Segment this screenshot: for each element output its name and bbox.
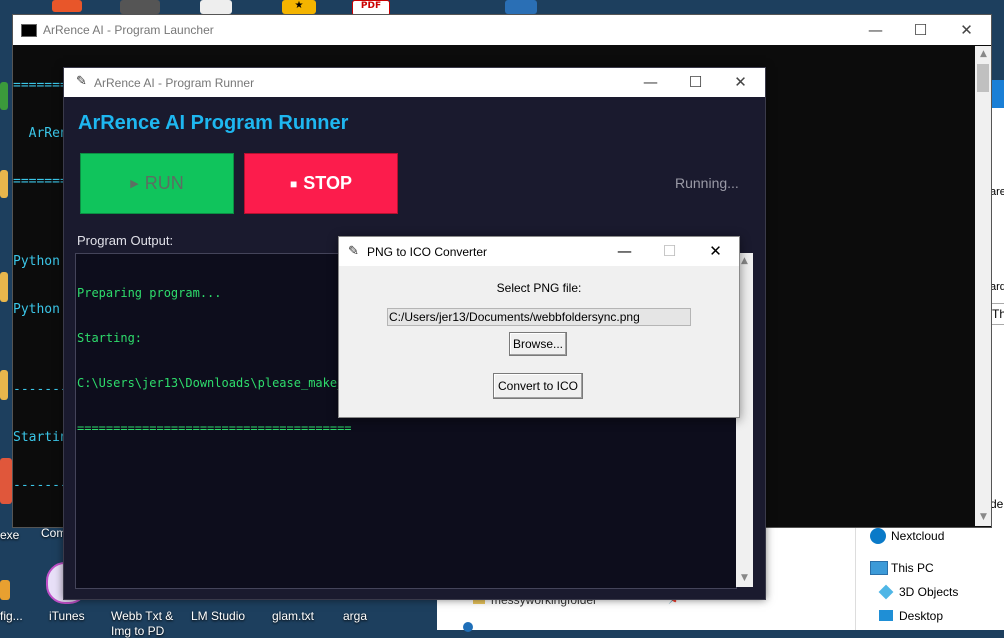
folder-icon[interactable] [0, 170, 8, 198]
nav-item-desktop[interactable]: Desktop [899, 609, 943, 623]
dialog-title: PNG to ICO Converter [367, 245, 488, 259]
app-heading: ArRence AI Program Runner [78, 112, 349, 134]
select-png-label: Select PNG file: [496, 281, 582, 295]
nav-item-nextcloud[interactable]: Nextcloud [891, 529, 944, 543]
folder-icon[interactable] [0, 272, 8, 302]
desktop-icon-label: LM Studio [191, 609, 246, 623]
browse-button[interactable]: Browse... [509, 332, 567, 356]
stop-button-label: STOP [303, 173, 352, 193]
file-shortcut-icon[interactable] [200, 0, 232, 14]
output-text: Preparing program... Starting: C:\Users\… [77, 256, 352, 466]
minimize-button[interactable]: — [853, 15, 898, 45]
desktop-icon-label: Img to PD [111, 624, 165, 638]
explorer-partial-text: are [990, 186, 1004, 198]
maximize-button: ☐ [662, 242, 677, 260]
scroll-down-icon[interactable]: ▼ [736, 570, 753, 587]
close-button[interactable]: ✕ [693, 237, 738, 266]
app-shortcut-icon[interactable] [120, 0, 160, 14]
app-shortcut-icon[interactable] [0, 82, 8, 110]
desktop-icon-label: Webb Txt & [111, 609, 174, 623]
network-icon [463, 622, 473, 632]
explorer-partial-text: Th [992, 307, 1004, 321]
explorer-partial-text: de [990, 497, 1004, 511]
close-button[interactable]: ✕ [718, 68, 763, 97]
dialog-titlebar[interactable]: ✎ PNG to ICO Converter — ☐ ✕ [339, 237, 739, 266]
explorer-ribbon-accent [990, 80, 1004, 108]
convert-to-ico-button[interactable]: Convert to ICO [493, 373, 583, 399]
nav-item-this-pc[interactable]: This PC [891, 561, 934, 575]
desktop-icon-label: exe [0, 528, 20, 542]
desktop-icon-label: fig... [0, 609, 23, 623]
status-text: Running... [675, 175, 739, 191]
maximize-button[interactable]: ☐ [673, 68, 718, 97]
maximize-button[interactable]: ☐ [898, 15, 943, 45]
console-title: ArRence AI - Program Launcher [43, 23, 214, 37]
run-button-label: RUN [144, 173, 184, 193]
stop-icon: ■ [290, 176, 298, 191]
desktop-icon [879, 610, 893, 621]
output-line: Preparing program... [77, 286, 222, 300]
desktop-icon-label: iTunes [49, 609, 85, 623]
output-line: ====================================== [77, 421, 352, 435]
app-shortcut-icon[interactable] [0, 458, 12, 504]
runner-titlebar[interactable]: ✎ ArRence AI - Program Runner — ☐ ✕ [64, 68, 765, 97]
desktop-icon-label: arga [343, 609, 368, 623]
nav-item-3d-objects[interactable]: 3D Objects [899, 585, 958, 599]
console-app-icon [21, 24, 37, 37]
play-icon: ▶ [130, 178, 139, 190]
desktop-icon-label: glam.txt [272, 609, 315, 623]
runner-title: ArRence AI - Program Runner [94, 76, 255, 90]
close-button[interactable]: ✕ [944, 15, 989, 45]
scroll-down-icon[interactable]: ▼ [975, 509, 992, 526]
app-shortcut-icon[interactable] [52, 0, 82, 12]
config-icon[interactable] [0, 580, 10, 600]
stop-button[interactable]: ■ STOP [244, 153, 398, 214]
minimize-button[interactable]: — [602, 237, 647, 266]
scroll-up-icon[interactable]: ▲ [975, 46, 992, 63]
explorer-partial-text: ard [990, 281, 1004, 293]
console-titlebar[interactable]: ArRence AI - Program Launcher — ☐ ✕ [13, 15, 991, 45]
feather-icon: ✎ [348, 243, 359, 258]
folder-icon[interactable] [0, 370, 8, 400]
png-path-field[interactable]: C:/Users/jer13/Documents/webbfoldersync.… [387, 308, 691, 326]
output-line: Starting: [77, 331, 143, 345]
output-label: Program Output: [77, 233, 174, 248]
scroll-thumb[interactable] [977, 64, 989, 92]
this-pc-icon [870, 561, 888, 575]
app-shortcut-icon[interactable] [505, 0, 537, 14]
output-line: C:\Users\jer13\Downloads\please_make_a [77, 376, 352, 390]
run-button[interactable]: ▶ RUN [80, 153, 234, 214]
minimize-button[interactable]: — [628, 68, 673, 97]
star-icon[interactable]: ★ [282, 0, 316, 14]
console-scrollbar[interactable]: ▲ ▼ [975, 46, 991, 526]
nextcloud-icon [870, 528, 886, 544]
png-to-ico-dialog: ✎ PNG to ICO Converter — ☐ ✕ Select PNG … [338, 236, 740, 418]
feather-icon: ✎ [76, 74, 87, 89]
